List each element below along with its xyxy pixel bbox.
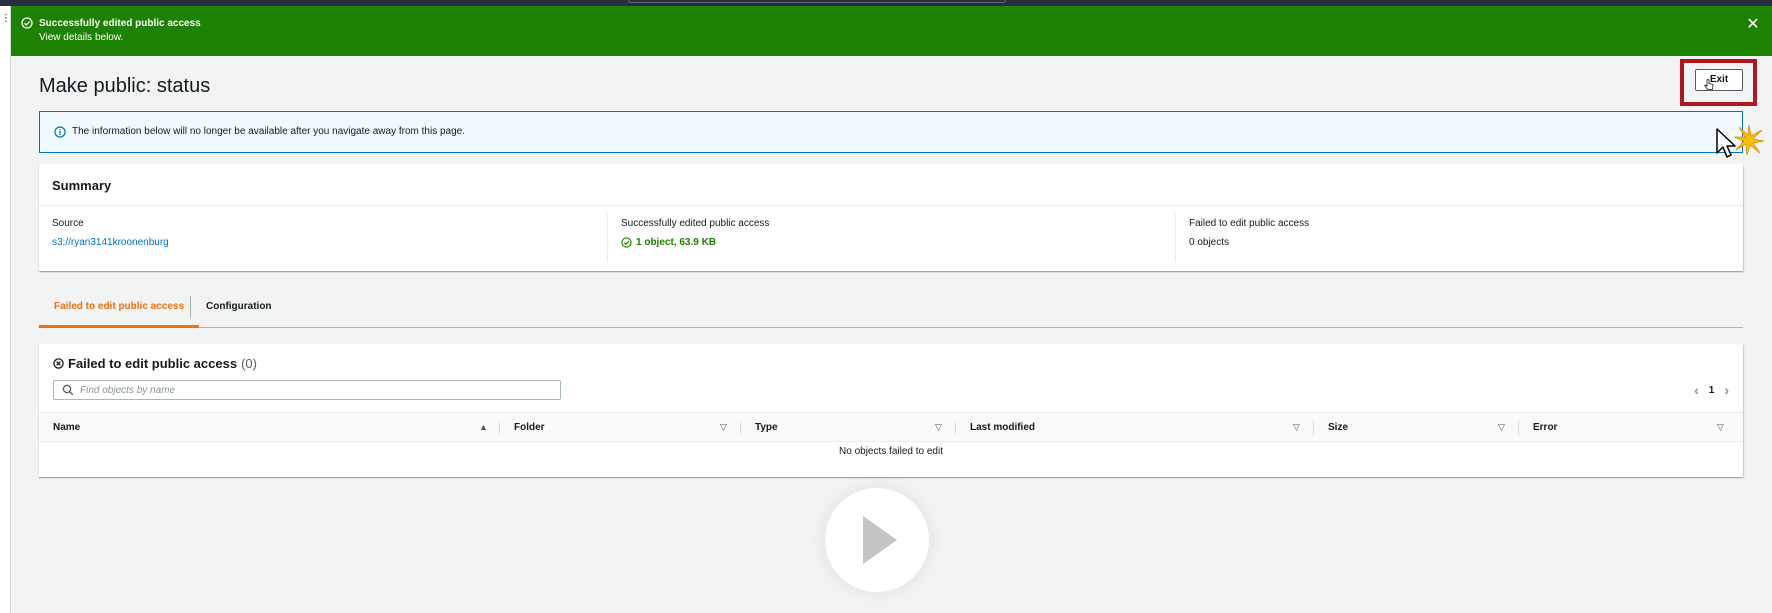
column-header-label: Name: [53, 422, 81, 433]
sort-icon[interactable]: ▽: [1293, 413, 1300, 442]
address-bar-edge: [628, 0, 1006, 3]
page-title: Make public: status: [39, 75, 211, 97]
table-count: (0): [241, 356, 257, 371]
info-message: The information below will no longer be …: [72, 126, 465, 137]
video-play-button[interactable]: [825, 488, 929, 592]
column-header-size[interactable]: Size ▽: [1314, 413, 1518, 443]
column-header-label: Type: [755, 422, 778, 433]
mouse-cursor-icon: [1716, 128, 1736, 158]
success-label: Successfully edited public access: [621, 218, 770, 229]
failed-objects-table-panel: Failed to edit public access (0) ‹ 1 › N…: [39, 344, 1743, 477]
current-page[interactable]: 1: [1709, 385, 1715, 396]
column-header-type[interactable]: Type ▽: [741, 413, 955, 443]
source-column: Source s3://ryan3141kroonenburg: [52, 218, 169, 262]
summary-divider: [1175, 214, 1176, 262]
column-header-label: Size: [1328, 422, 1349, 433]
info-alert: The information below will no longer be …: [39, 111, 1743, 153]
sort-icon[interactable]: ▽: [720, 413, 727, 442]
summary-divider: [607, 214, 608, 262]
menu-grip-icon[interactable]: ⋮: [1, 14, 11, 24]
column-header-error[interactable]: Error ▽: [1519, 413, 1743, 443]
close-icon[interactable]: ✕: [1746, 17, 1760, 33]
search-icon: [62, 384, 74, 396]
column-header-label: Error: [1533, 422, 1558, 433]
info-icon: [54, 126, 66, 138]
failed-value: 0 objects: [1189, 237, 1230, 248]
success-check-icon: [21, 17, 33, 29]
success-flash-banner: Successfully edited public access View d…: [11, 6, 1772, 56]
sort-icon[interactable]: ▽: [935, 413, 942, 442]
sort-ascending-icon[interactable]: ▲: [479, 413, 488, 442]
tab-configuration[interactable]: Configuration: [191, 291, 287, 328]
success-column: Successfully edited public access 1 obje…: [621, 218, 769, 262]
prev-page-icon[interactable]: ‹: [1694, 383, 1699, 397]
sort-icon[interactable]: ▽: [1717, 413, 1724, 442]
summary-panel: Summary Source s3://ryan3141kroonenburg …: [39, 164, 1743, 271]
failed-column: Failed to edit public access 0 objects: [1189, 218, 1309, 262]
column-header-label: Last modified: [970, 422, 1036, 433]
tab-failed-to-edit[interactable]: Failed to edit public access: [39, 291, 200, 328]
left-nav-rail[interactable]: ⋮: [0, 6, 11, 613]
flash-subtitle: View details below.: [39, 32, 124, 43]
play-icon: [863, 516, 897, 564]
sort-icon[interactable]: ▽: [1498, 413, 1505, 442]
source-label: Source: [52, 218, 84, 229]
success-check-icon: [621, 237, 632, 248]
success-value: 1 object, 63.9 KB: [621, 237, 769, 248]
error-x-icon: [53, 358, 64, 369]
column-header-label: Folder: [514, 422, 545, 433]
empty-state-message: No objects failed to edit: [839, 446, 943, 457]
next-page-icon[interactable]: ›: [1724, 383, 1729, 397]
table-title: Failed to edit public access (0): [53, 356, 257, 371]
success-value-text: 1 object, 63.9 KB: [636, 237, 717, 248]
summary-heading: Summary: [39, 164, 1743, 206]
table-title-text: Failed to edit public access: [68, 356, 238, 371]
search-input[interactable]: [80, 381, 556, 399]
tab-bar: Failed to edit public access Configurati…: [39, 291, 1743, 328]
column-header-folder[interactable]: Folder ▽: [500, 413, 740, 443]
column-header-name[interactable]: Name ▲: [39, 413, 499, 443]
search-box: [53, 380, 561, 400]
hand-cursor-icon: [1704, 79, 1714, 90]
failed-label: Failed to edit public access: [1189, 218, 1310, 229]
source-link[interactable]: s3://ryan3141kroonenburg: [52, 237, 169, 248]
pagination: ‹ 1 ›: [1694, 382, 1729, 398]
table-header: Name ▲ Folder ▽ Type ▽ Last modified ▽ S…: [39, 412, 1743, 442]
flash-title: Successfully edited public access: [39, 18, 201, 29]
column-header-last-modified[interactable]: Last modified ▽: [956, 413, 1313, 443]
